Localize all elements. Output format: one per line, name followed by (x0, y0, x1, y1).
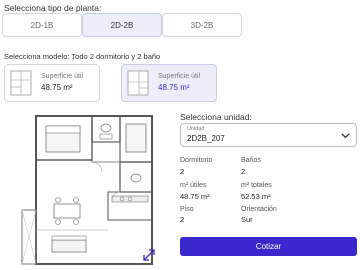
spec-total-area-value: 52.53 m² (241, 192, 271, 201)
plan-type-option-3d-2b[interactable]: 3D-2B (162, 13, 242, 37)
plan-type-option-2d-1b[interactable]: 2D-1B (2, 13, 82, 37)
spec-floor-value: 2 (180, 215, 185, 224)
model-card-2[interactable]: Superficie útil 48.75 m² (121, 64, 217, 102)
model-card-label: Superficie útil (41, 73, 84, 80)
model-card-label: Superficie útil (158, 73, 201, 80)
floor-plan-image (21, 115, 153, 265)
unit-select-value: 2D2B_207 (187, 134, 225, 143)
model-card-area: 48.75 m² (41, 83, 73, 92)
spec-total-area-label: m² totales (241, 182, 272, 189)
spec-floor-label: Piso (180, 206, 194, 213)
plan-type-option-2d-2b[interactable]: 2D-2B (82, 13, 162, 37)
spec-bathrooms-value: 2 (241, 167, 246, 176)
plan-type-title: Selecciona tipo de planta: (4, 3, 102, 13)
model-card-1[interactable]: Superficie útil 48.75 m² (4, 64, 100, 102)
unit-select[interactable]: Unidad 2D2B_207 (180, 123, 357, 147)
spec-bathrooms-label: Baños (241, 157, 261, 164)
unit-title: Selecciona unidad: (180, 112, 252, 122)
unit-select-label: Unidad (187, 126, 205, 132)
spec-bedrooms-value: 2 (180, 167, 185, 176)
spec-useful-area-value: 48.75 m² (180, 192, 210, 201)
floor-plan-thumbnail-icon (127, 70, 149, 96)
expand-icon[interactable] (142, 248, 156, 262)
spec-orientation-label: Orientación (241, 206, 277, 213)
chevron-down-icon (341, 133, 350, 139)
model-card-area: 48.75 m² (158, 83, 190, 92)
floor-plan-thumbnail-icon (10, 70, 32, 96)
model-title: Selecciona modelo: Todo 2 dormitorio y 2… (4, 52, 161, 61)
spec-orientation-value: Sur (241, 215, 253, 224)
spec-useful-area-label: m² útiles (180, 182, 207, 189)
spec-bedrooms-label: Dormitorio (180, 157, 213, 164)
quote-button[interactable]: Cotizar (180, 237, 357, 256)
